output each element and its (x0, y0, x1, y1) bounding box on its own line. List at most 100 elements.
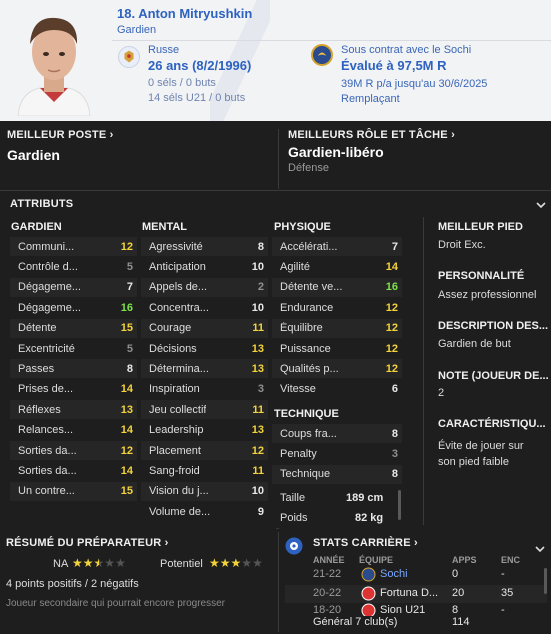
attribute-row[interactable]: Inspiration 3 (141, 380, 268, 399)
attribute-row[interactable]: Qualités p... 12 (272, 359, 402, 379)
attribute-row[interactable]: Courage 11 (141, 318, 268, 338)
nation-flag-icon[interactable] (118, 46, 140, 68)
attribute-row[interactable]: Excentricité 5 (10, 339, 137, 358)
attribute-row[interactable]: Dégageme... 16 (10, 298, 137, 317)
scrollbar[interactable] (398, 490, 401, 520)
attribute-row[interactable]: Passes 8 (10, 359, 137, 379)
attribute-row[interactable]: Concentra... 10 (141, 298, 268, 317)
club-badge-icon[interactable] (311, 44, 333, 66)
attribute-value: 14 (120, 424, 133, 437)
best-role-duty: Défense (288, 162, 329, 174)
attribute-label: Placement (149, 444, 201, 457)
chevron-right-icon: › (414, 537, 418, 549)
best-position-title[interactable]: MEILLEUR POSTE › (7, 129, 114, 141)
attribute-label: Sorties da... (18, 464, 77, 477)
attribute-row[interactable]: Décisions 13 (141, 339, 268, 358)
attribute-row[interactable]: Volume de... 9 (141, 502, 268, 521)
career-row[interactable]: 18-20 Sion U21 8 - (285, 603, 547, 616)
row-team[interactable]: Fortuna D... (380, 587, 438, 599)
row-year: 21-22 (313, 568, 342, 580)
attribute-row[interactable]: Vitesse 6 (272, 380, 402, 399)
scrollbar[interactable] (544, 568, 547, 594)
attribute-row[interactable]: Puissance 12 (272, 339, 402, 358)
current-ability-stars: ★★★★★ (72, 556, 126, 570)
attribute-label: Communi... (18, 240, 75, 253)
attribute-label: Vitesse (280, 383, 316, 396)
attribute-row[interactable]: Sorties da... 14 (10, 461, 137, 480)
attribute-label: Agressivité (149, 240, 203, 253)
attribute-row[interactable]: Un contre... 15 (10, 481, 137, 501)
attribute-row[interactable]: Vision du j... 10 (141, 481, 268, 501)
attribute-label: Technique (280, 468, 331, 481)
attribute-row[interactable]: Réflexes 13 (10, 400, 137, 420)
best-role-title[interactable]: MEILLEURS RÔLE ET TÂCHE › (288, 129, 455, 141)
player-photo (10, 4, 98, 116)
career-row[interactable]: 21-22 Sochi 0 - (285, 566, 547, 584)
row-team[interactable]: Sion U21 (380, 604, 425, 616)
attribute-row[interactable]: Agilité 14 (272, 257, 402, 276)
attribute-row[interactable]: Endurance 12 (272, 298, 402, 317)
attribute-label: Sorties da... (18, 444, 77, 457)
chevron-down-icon[interactable] (536, 200, 546, 210)
best-foot-value: Droit Exc. (438, 239, 486, 251)
attribute-row[interactable]: Anticipation 10 (141, 257, 268, 276)
attribute-label: Décisions (149, 342, 197, 355)
career-stats-title[interactable]: STATS CARRIÈRE › (313, 537, 418, 549)
attribute-label: Leadership (149, 424, 204, 437)
best-role-value: Gardien-libéro (288, 144, 384, 160)
attribute-value: 13 (251, 362, 264, 375)
divider (0, 190, 551, 191)
attribute-label: Accélérati... (280, 240, 338, 253)
attribute-row[interactable]: Détermina... 13 (141, 359, 268, 379)
attribute-row[interactable]: Coups fra... 8 (272, 424, 402, 443)
col-year: ANNÉE (313, 555, 345, 565)
attribute-row[interactable]: Agressivité 8 (141, 237, 268, 256)
star-icon: ★ (209, 556, 220, 570)
attribute-row[interactable]: Leadership 13 (141, 421, 268, 440)
career-row[interactable]: 20-22 Fortuna D... 20 35 (285, 585, 547, 603)
attribute-row[interactable]: Technique 8 (272, 464, 402, 484)
attribute-label: Détente ve... (280, 281, 343, 294)
attribute-label: Dégageme... (18, 301, 81, 314)
chevron-down-icon[interactable] (535, 544, 545, 554)
attribute-row[interactable]: Détente ve... 16 (272, 277, 402, 297)
star-icon: ★ (115, 556, 126, 570)
row-team[interactable]: Sochi (380, 568, 408, 580)
row-year: 20-22 (313, 587, 342, 599)
football-icon (285, 537, 303, 555)
star-icon: ★ (241, 556, 253, 570)
attribute-label: Endurance (280, 301, 334, 314)
attribute-value: 13 (251, 424, 264, 437)
attribute-row[interactable]: Appels de... 2 (141, 277, 268, 297)
attribute-value: 8 (391, 427, 398, 440)
attribute-value: 7 (126, 281, 133, 294)
squad-status: Remplaçant (341, 93, 400, 105)
attribute-row[interactable]: Sorties da... 12 (10, 441, 137, 460)
attribute-label: Vision du j... (149, 485, 209, 498)
attribute-row[interactable]: Communi... 12 (10, 237, 137, 256)
attribute-row[interactable]: Équilibre 12 (272, 318, 402, 338)
coach-report-title[interactable]: RÉSUMÉ DU PRÉPARATEUR › (6, 537, 169, 549)
contract-status[interactable]: Sous contrat avec le Sochi (341, 44, 471, 56)
coach-note: Joueur secondaire qui pourrait encore pr… (6, 598, 226, 609)
traits-title: CARACTÉRISTIQU... (438, 418, 546, 430)
attribute-row[interactable]: Accélérati... 7 (272, 237, 402, 256)
attribute-row[interactable]: Jeu collectif 11 (141, 400, 268, 420)
attribute-row[interactable]: Placement 12 (141, 441, 268, 460)
star-icon: ★ (219, 556, 231, 570)
attribute-row[interactable]: Relances... 14 (10, 421, 137, 440)
attribute-row[interactable]: Détente 15 (10, 318, 137, 338)
attribute-row[interactable]: Prises de... 14 (10, 380, 137, 399)
attribute-row[interactable]: Contrôle d... 5 (10, 257, 137, 276)
row-apps: 8 (452, 604, 459, 616)
star-icon: ★ (72, 556, 83, 570)
attribute-row[interactable]: Dégageme... 7 (10, 277, 137, 297)
attribute-value: 12 (251, 444, 264, 457)
attribute-row[interactable]: Penalty 3 (272, 444, 402, 463)
personality-value: Assez professionnel (438, 289, 537, 301)
player-age: 26 ans (8/2/1996) (148, 58, 252, 73)
player-value: Évalué à 97,5M R (341, 58, 447, 73)
player-nationality[interactable]: Russe (148, 44, 179, 56)
attribute-row[interactable]: Sang-froid 11 (141, 461, 268, 480)
attribute-label: Concentra... (149, 301, 209, 314)
